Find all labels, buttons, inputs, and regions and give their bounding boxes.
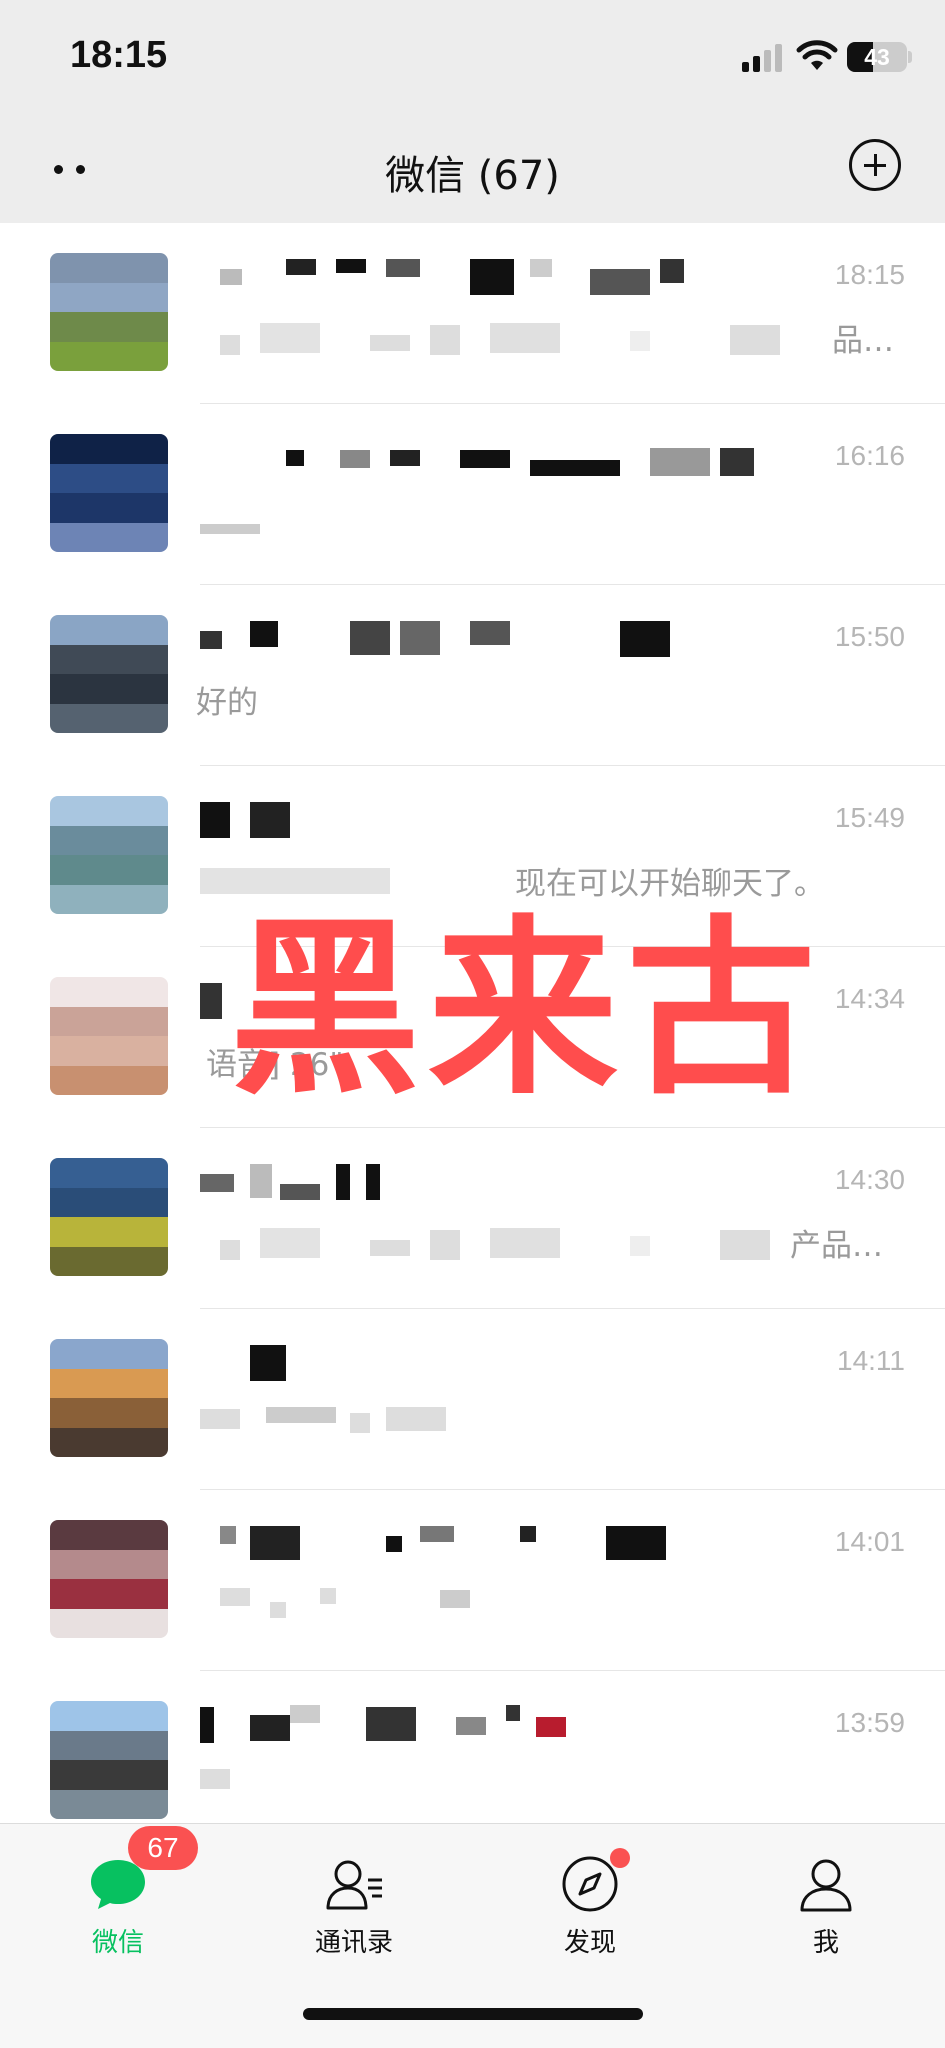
unread-badge: 67 [128,1826,198,1870]
chat-time: 16:16 [834,440,905,471]
battery-icon: 43 [847,42,907,72]
chat-item-3[interactable]: 好的 15:50 [0,585,945,766]
chat-preview-redacted [200,321,900,361]
avatar [50,977,168,1095]
avatar [50,1701,168,1819]
status-time: 18:15 [70,34,168,76]
chat-time: 14:11 [837,1345,905,1376]
chat-preview-redacted [200,1769,900,1809]
wifi-icon [796,40,838,70]
chat-item-6[interactable]: 产品… 14:30 [0,1128,945,1309]
tab-label: 微信 [91,1928,144,1958]
watermark-text: 黑来古 [230,899,825,1120]
chat-name-redacted [200,438,800,478]
chat-name-redacted [200,800,800,840]
contacts-icon [326,1860,382,1910]
chat-preview-redacted [200,502,900,542]
tab-discover[interactable]: 发现 [472,1824,708,1974]
chat-item-7[interactable]: 14:11 [0,1309,945,1490]
battery-level: 43 [864,44,890,70]
chat-preview-redacted [200,1588,900,1628]
chat-preview-text: 好的 [196,685,258,721]
chat-time: 14:30 [834,1164,905,1195]
add-button[interactable] [849,139,901,191]
person-icon [800,1859,852,1912]
chat-name-redacted [200,257,800,297]
tab-chats[interactable]: 67 微信 [0,1824,236,1974]
tab-contacts[interactable]: 通讯录 [236,1824,472,1974]
chat-item-2[interactable]: 16:16 [0,404,945,585]
chat-time: 14:34 [834,983,905,1014]
avatar [50,253,168,371]
chat-preview-redacted [200,1407,900,1447]
avatar [50,434,168,552]
chat-preview-text: 产品… [790,1228,883,1264]
tab-label: 我 [812,1928,839,1958]
chat-name-redacted [200,619,800,659]
status-bar: 18:15 43 [0,0,945,115]
battery-tip [908,51,912,63]
chat-name-redacted [200,1705,800,1745]
signal-icon [742,44,782,72]
chat-time: 13:59 [834,1707,905,1738]
chat-time: 14:01 [834,1526,905,1557]
nav-bar: 微信 (67) [0,115,945,223]
home-indicator[interactable] [303,2008,643,2020]
chat-name-redacted [200,1343,800,1383]
chat-preview-text: 品… [832,323,894,359]
chat-item-1[interactable]: 品… 18:15 [0,223,945,404]
avatar [50,1339,168,1457]
avatar [50,1158,168,1276]
avatar [50,1520,168,1638]
tab-label: 发现 [563,1928,616,1958]
tab-me[interactable]: 我 [708,1824,944,1974]
avatar [50,615,168,733]
chat-item-8[interactable]: 14:01 [0,1490,945,1671]
tab-label: 通讯录 [314,1928,393,1958]
chat-name-redacted [200,1162,800,1202]
chat-time: 15:49 [834,802,905,833]
avatar [50,796,168,914]
page-title: 微信 (67) [385,153,560,199]
chat-item-9[interactable]: 13:59 [0,1671,945,1823]
notification-dot [610,1848,630,1868]
chat-time: 18:15 [834,259,905,290]
chat-time: 15:50 [834,621,905,652]
chat-name-redacted [200,1524,800,1564]
